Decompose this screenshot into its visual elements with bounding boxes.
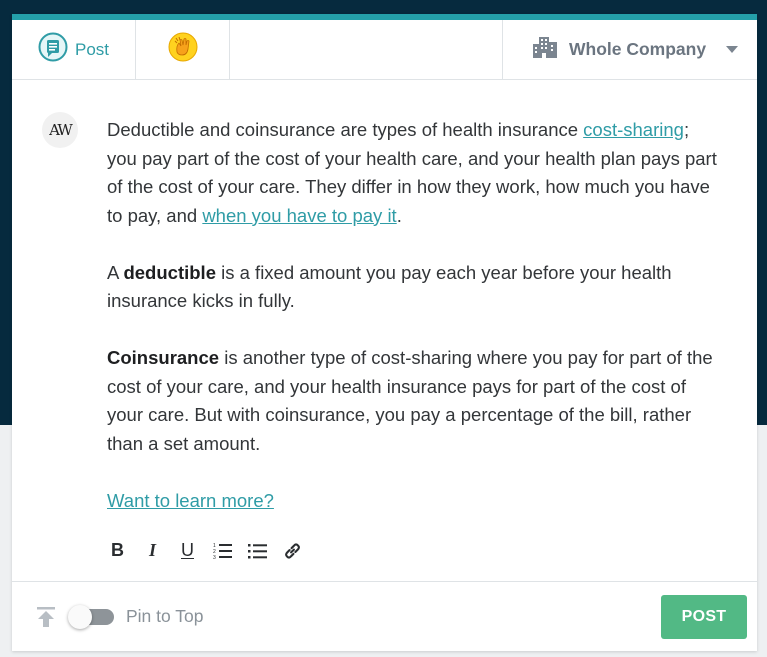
tab-post-label: Post (74, 39, 110, 59)
text-span: . (396, 204, 402, 226)
toggle-knob (68, 604, 92, 629)
post-button[interactable]: POST (661, 595, 747, 639)
pin-to-top-toggle[interactable] (68, 604, 114, 629)
avatar-text: AW (49, 121, 73, 139)
post-bubble-icon (38, 32, 68, 67)
tab-kudos[interactable] (136, 20, 230, 79)
cost-sharing-link[interactable]: cost-sharing (583, 119, 684, 140)
building-icon (533, 36, 557, 63)
chevron-down-icon (726, 46, 739, 53)
paragraph-2: A deductible is a fixed amount you pay e… (107, 259, 722, 316)
bold-term: deductible (123, 261, 216, 283)
composer-body: AW Deductible and coinsurance are types … (12, 80, 757, 577)
pin-to-top-label: Pin to Top (126, 606, 204, 626)
tabs-spacer (230, 20, 503, 79)
bold-button[interactable]: B (108, 540, 127, 560)
when-to-pay-link[interactable]: when you have to pay it (202, 205, 396, 226)
composer-tabs: Post Whole Company (12, 20, 757, 80)
formatting-toolbar: B I U 1 2 3 (108, 540, 302, 560)
post-text-editor[interactable]: Deductible and coinsurance are types of … (107, 116, 722, 544)
paragraph-1: Deductible and coinsurance are types of … (107, 116, 722, 230)
audience-dropdown[interactable]: Whole Company (503, 20, 757, 79)
bullet-list-icon (248, 543, 267, 558)
underline-button[interactable]: U (178, 540, 197, 560)
bold-term: Coinsurance (107, 347, 220, 368)
ordered-list-button[interactable]: 1 2 3 (213, 541, 232, 560)
italic-button[interactable]: I (143, 540, 162, 560)
clapping-hands-icon (168, 32, 198, 67)
composer-footer: Pin to Top POST (12, 581, 757, 651)
audience-label: Whole Company (569, 39, 707, 59)
paragraph-3: Coinsurance is another type of cost-shar… (107, 344, 722, 458)
text-span: A (107, 261, 124, 283)
bullet-list-button[interactable] (248, 541, 267, 560)
learn-more-link[interactable]: Want to learn more? (107, 490, 274, 511)
svg-text:3: 3 (213, 555, 216, 559)
link-button[interactable] (283, 541, 302, 560)
link-icon (285, 542, 300, 559)
post-composer: Post Whole Company AW Deductible and coi… (12, 14, 757, 651)
tab-post[interactable]: Post (12, 20, 136, 79)
ordered-list-icon: 1 2 3 (213, 543, 232, 559)
avatar: AW (42, 112, 78, 148)
text-span: Deductible and coinsurance are types of … (107, 119, 584, 140)
paragraph-4: Want to learn more? (107, 487, 722, 516)
pin-to-top-icon (36, 606, 56, 628)
